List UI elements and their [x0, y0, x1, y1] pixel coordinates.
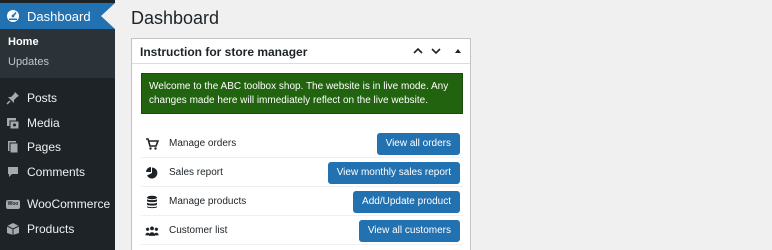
comment-icon: [6, 165, 20, 179]
dashboard-submenu: Home Updates: [0, 29, 115, 78]
widget-header: Instruction for store manager: [132, 39, 470, 64]
products-icon: [6, 222, 20, 236]
admin-sidebar: Dashboard Home Updates Posts Media Pages…: [0, 0, 115, 250]
sidebar-item-label: Posts: [27, 91, 58, 105]
pie-chart-icon: [145, 166, 159, 180]
sidebar-item-label: Comments: [27, 165, 86, 179]
row-label: Customer list: [169, 225, 228, 236]
sidebar-item-pages[interactable]: Pages: [0, 137, 115, 157]
woocommerce-icon: Woo: [6, 197, 20, 211]
view-all-orders-button[interactable]: View all orders: [376, 133, 460, 155]
list-item: Customer list View all customers: [141, 217, 463, 245]
current-menu-arrow: [101, 3, 115, 29]
toggle-panel-button[interactable]: [450, 43, 466, 59]
page-title: Dashboard: [131, 8, 220, 28]
sidebar-item-woocommerce[interactable]: Woo WooCommerce: [0, 194, 115, 214]
submenu-item-home[interactable]: Home: [8, 36, 39, 48]
row-label: Sales report: [169, 167, 223, 178]
cart-icon: [145, 137, 159, 151]
sidebar-item-label: Products: [27, 222, 75, 236]
sidebar-item-dashboard[interactable]: Dashboard: [0, 3, 115, 29]
dashboard-icon: [6, 9, 20, 23]
woocommerce-logo: Woo: [6, 199, 20, 209]
chevron-up-icon: [413, 47, 423, 54]
pin-icon: [6, 91, 20, 105]
view-all-customers-button[interactable]: View all customers: [358, 220, 460, 242]
row-label: Manage orders: [169, 138, 237, 149]
widget-title: Instruction for store manager: [140, 45, 308, 59]
sidebar-item-label: Pages: [27, 140, 62, 154]
sidebar-item-media[interactable]: Media: [0, 113, 115, 133]
pages-icon: [6, 140, 20, 154]
sidebar-item-label: Dashboard: [27, 8, 91, 24]
sidebar-item-products[interactable]: Products: [0, 219, 115, 239]
sidebar-item-posts[interactable]: Posts: [0, 88, 115, 108]
groups-icon: [145, 224, 159, 238]
sidebar-item-comments[interactable]: Comments: [0, 162, 115, 182]
sidebar-item-label: Media: [27, 116, 60, 130]
list-item: Sales report View monthly sales report: [141, 159, 463, 187]
row-label: Manage products: [169, 196, 247, 207]
move-down-button[interactable]: [428, 43, 444, 59]
submenu-item-updates[interactable]: Updates: [8, 56, 49, 68]
caret-up-icon: [455, 49, 461, 53]
live-mode-notice: Welcome to the ABC toolbox shop. The web…: [141, 73, 463, 114]
add-update-product-button[interactable]: Add/Update product: [353, 191, 460, 213]
database-icon: [145, 195, 159, 209]
move-up-button[interactable]: [410, 43, 426, 59]
list-item: Manage products Add/Update product: [141, 188, 463, 216]
media-icon: [6, 116, 20, 130]
store-manager-widget: Instruction for store manager Welcome to…: [131, 38, 471, 250]
notice-text: Welcome to the ABC toolbox shop. The web…: [149, 81, 449, 106]
list-item: Manage orders View all orders: [141, 130, 463, 158]
chevron-down-icon: [431, 48, 441, 55]
sidebar-item-label: WooCommerce: [27, 197, 111, 211]
view-monthly-sales-report-button[interactable]: View monthly sales report: [327, 162, 460, 184]
